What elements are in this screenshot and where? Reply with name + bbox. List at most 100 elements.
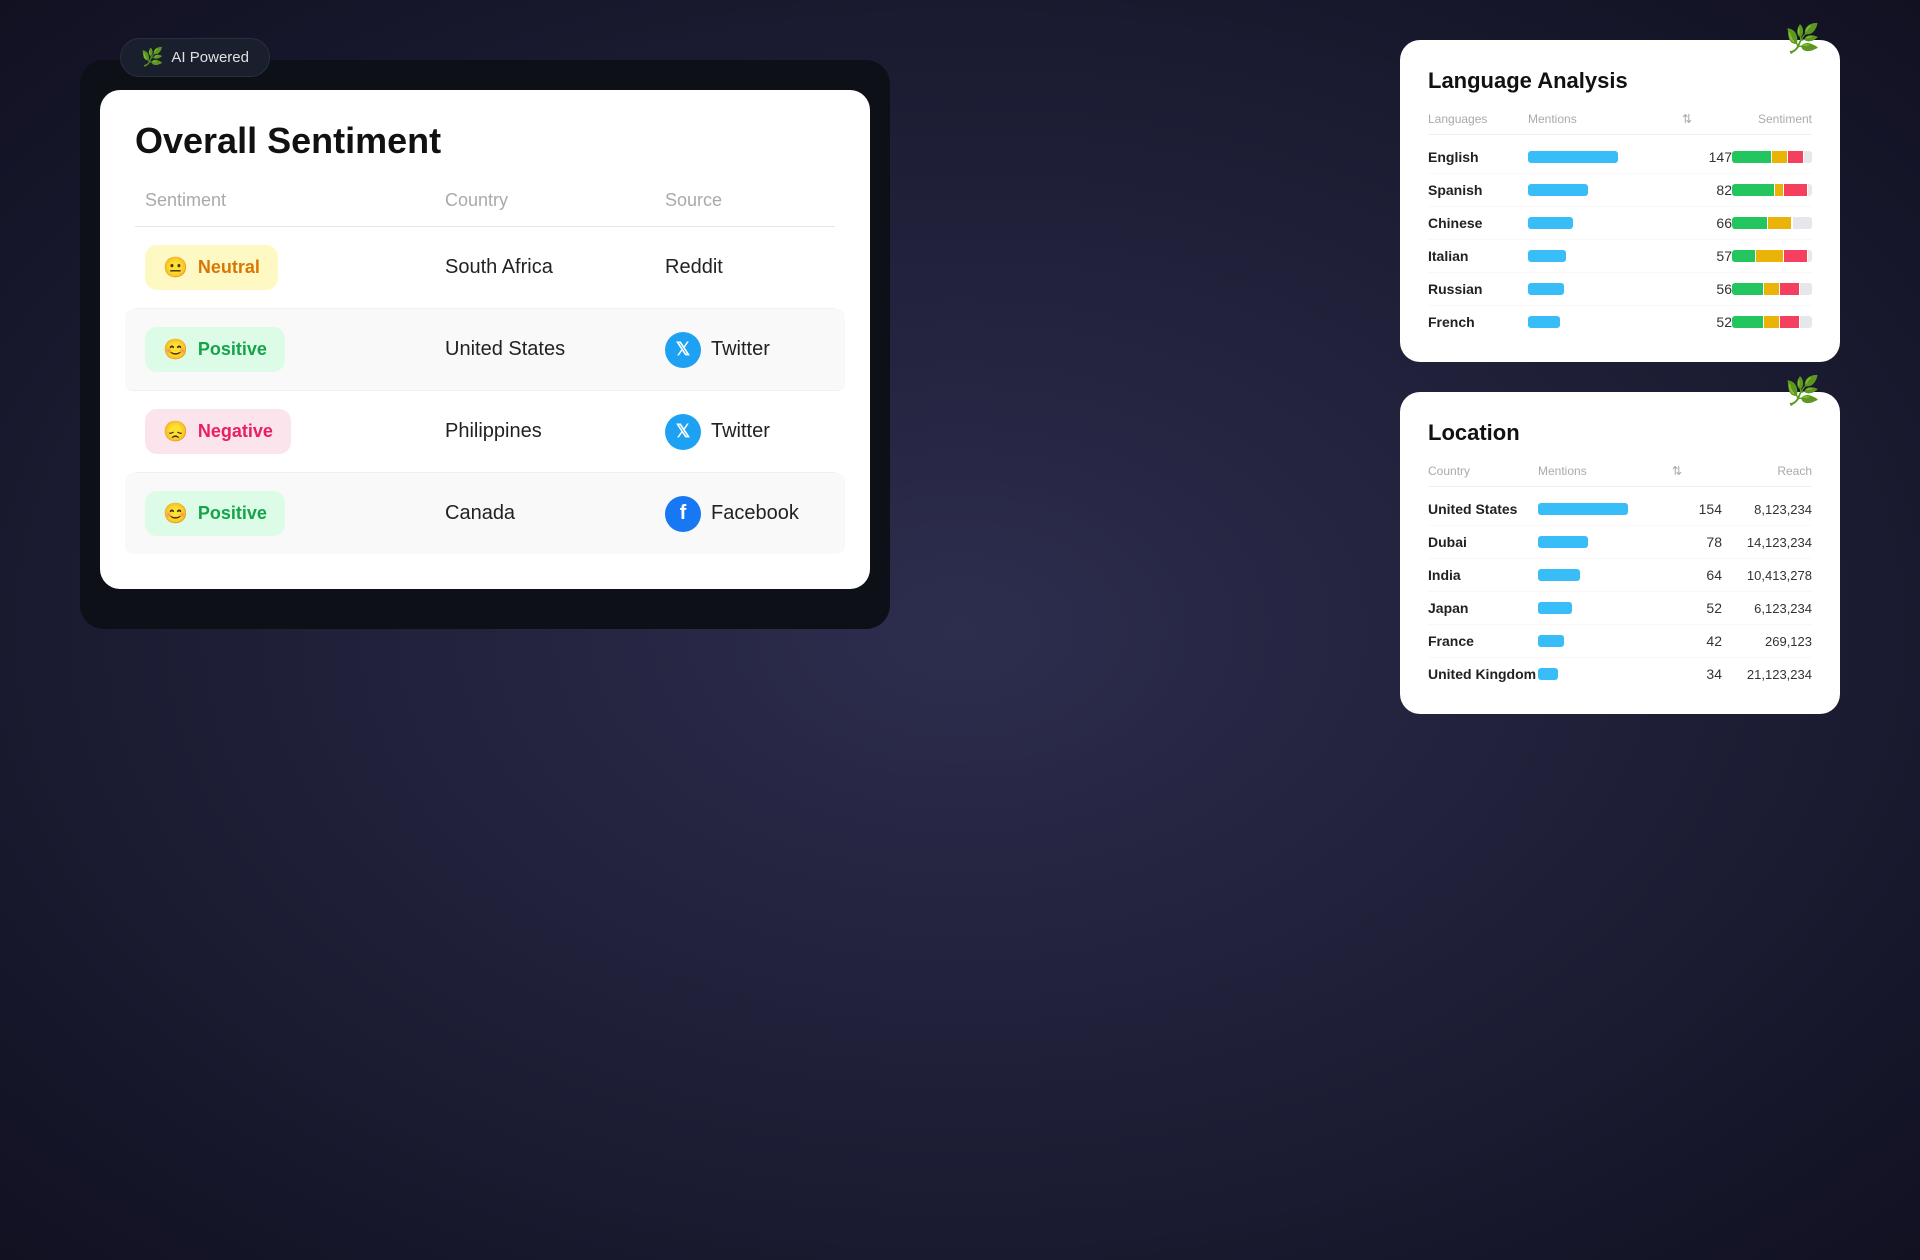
- sentiment-label: Positive: [198, 339, 267, 360]
- card-leaf-icon: 🌿: [1785, 22, 1820, 55]
- sentiment-badge-positive: 😊 Positive: [145, 327, 285, 372]
- sentiment-label: Neutral: [198, 257, 260, 278]
- mentions-bar-container: [1528, 217, 1682, 229]
- seg-gray: [1800, 316, 1812, 328]
- country-name: Dubai: [1428, 534, 1538, 550]
- mentions-bar: [1538, 635, 1564, 647]
- reach-value: 10,413,278: [1722, 568, 1812, 583]
- mentions-bar-container: [1528, 250, 1682, 262]
- sentiment-cell: 😐 Neutral: [145, 245, 445, 290]
- reach-value: 14,123,234: [1722, 535, 1812, 550]
- table-header: Sentiment Country Source: [135, 190, 835, 227]
- seg-yellow: [1768, 217, 1791, 229]
- negative-icon: 😞: [163, 419, 188, 444]
- location-title: Location: [1428, 420, 1812, 446]
- table-row: 😊 Positive United States 𝕏 Twitter: [125, 309, 845, 391]
- card-leaf-icon: 🌿: [1785, 374, 1820, 407]
- lang-col-languages: Languages: [1428, 112, 1528, 126]
- seg-gray: [1808, 250, 1812, 262]
- twitter-icon: 𝕏: [665, 332, 701, 368]
- mentions-bar-container: [1528, 184, 1682, 196]
- lang-col-sentiment: Sentiment: [1732, 112, 1812, 126]
- lang-row: French 52: [1428, 306, 1812, 338]
- language-analysis-title: Language Analysis: [1428, 68, 1812, 94]
- mentions-bar: [1538, 668, 1558, 680]
- source-label: Reddit: [665, 256, 723, 279]
- sentiment-bar: [1732, 184, 1812, 196]
- location-row: France 42 269,123: [1428, 625, 1812, 658]
- location-row: United Kingdom 34 21,123,234: [1428, 658, 1812, 690]
- mentions-bar-container: [1538, 602, 1672, 614]
- source-cell: Reddit: [665, 256, 885, 279]
- lang-row: Spanish 82: [1428, 174, 1812, 207]
- table-row: 😐 Neutral South Africa Reddit: [135, 227, 835, 309]
- mentions-count: 57: [1682, 248, 1732, 264]
- seg-green: [1732, 316, 1763, 328]
- location-row: United States 154 8,123,234: [1428, 493, 1812, 526]
- mentions-bar-container: [1528, 283, 1682, 295]
- lang-name: Italian: [1428, 248, 1528, 264]
- mentions-bar: [1528, 316, 1560, 328]
- loc-col-country: Country: [1428, 464, 1538, 478]
- country-name: Japan: [1428, 600, 1538, 616]
- location-row: Japan 52 6,123,234: [1428, 592, 1812, 625]
- ai-badge-label: AI Powered: [171, 49, 249, 66]
- sentiment-cell: 😞 Negative: [145, 409, 445, 454]
- lang-table-header: Languages Mentions ⇅ Sentiment: [1428, 112, 1812, 135]
- sentiment-bar: [1732, 283, 1812, 295]
- lang-name: French: [1428, 314, 1528, 330]
- seg-yellow: [1764, 283, 1779, 295]
- sort-icon: ⇅: [1672, 464, 1722, 478]
- mentions-bar: [1538, 503, 1628, 515]
- source-label: Twitter: [711, 420, 770, 443]
- location-row: Dubai 78 14,123,234: [1428, 526, 1812, 559]
- mentions-count: 34: [1672, 666, 1722, 682]
- seg-green: [1732, 184, 1774, 196]
- mentions-bar-container: [1528, 316, 1682, 328]
- mentions-bar: [1538, 569, 1580, 581]
- mentions-bar: [1528, 151, 1618, 163]
- mentions-bar-container: [1538, 668, 1672, 680]
- sentiment-label: Negative: [198, 421, 273, 442]
- seg-pink: [1784, 184, 1807, 196]
- lang-col-mentions: Mentions: [1528, 112, 1682, 126]
- lang-name: Russian: [1428, 281, 1528, 297]
- sentiment-card: Overall Sentiment Sentiment Country Sour…: [100, 90, 870, 589]
- leaf-icon: 🌿: [141, 47, 163, 68]
- country-cell: Philippines: [445, 420, 665, 443]
- mentions-count: 64: [1672, 567, 1722, 583]
- sentiment-bar: [1732, 316, 1812, 328]
- page-title: Overall Sentiment: [135, 120, 835, 162]
- seg-gray: [1804, 151, 1812, 163]
- seg-green: [1732, 151, 1771, 163]
- mentions-count: 66: [1682, 215, 1732, 231]
- seg-gray: [1800, 283, 1812, 295]
- sentiment-badge-negative: 😞 Negative: [145, 409, 291, 454]
- country-cell: South Africa: [445, 256, 665, 279]
- lang-row: Italian 57: [1428, 240, 1812, 273]
- reach-value: 6,123,234: [1722, 601, 1812, 616]
- lang-name: Chinese: [1428, 215, 1528, 231]
- seg-pink: [1784, 250, 1807, 262]
- loc-table-header: Country Mentions ⇅ Reach: [1428, 464, 1812, 487]
- mentions-count: 154: [1672, 501, 1722, 517]
- seg-gray: [1808, 184, 1812, 196]
- twitter-icon: 𝕏: [665, 414, 701, 450]
- col-source: Source: [665, 190, 885, 211]
- country-cell: United States: [445, 338, 665, 361]
- mentions-bar-container: [1528, 151, 1682, 163]
- mentions-bar: [1538, 602, 1572, 614]
- country-name: France: [1428, 633, 1538, 649]
- loc-col-mentions: Mentions: [1538, 464, 1672, 478]
- ai-badge: 🌿 AI Powered: [120, 38, 270, 77]
- sentiment-cell: 😊 Positive: [145, 491, 445, 536]
- sentiment-bar: [1732, 250, 1812, 262]
- positive-icon: 😊: [163, 337, 188, 362]
- seg-pink: [1780, 316, 1799, 328]
- table-row: 😞 Negative Philippines 𝕏 Twitter: [135, 391, 835, 473]
- mentions-bar: [1528, 184, 1588, 196]
- sentiment-bar: [1732, 217, 1812, 229]
- mentions-count: 78: [1672, 534, 1722, 550]
- mentions-count: 82: [1682, 182, 1732, 198]
- facebook-icon: f: [665, 496, 701, 532]
